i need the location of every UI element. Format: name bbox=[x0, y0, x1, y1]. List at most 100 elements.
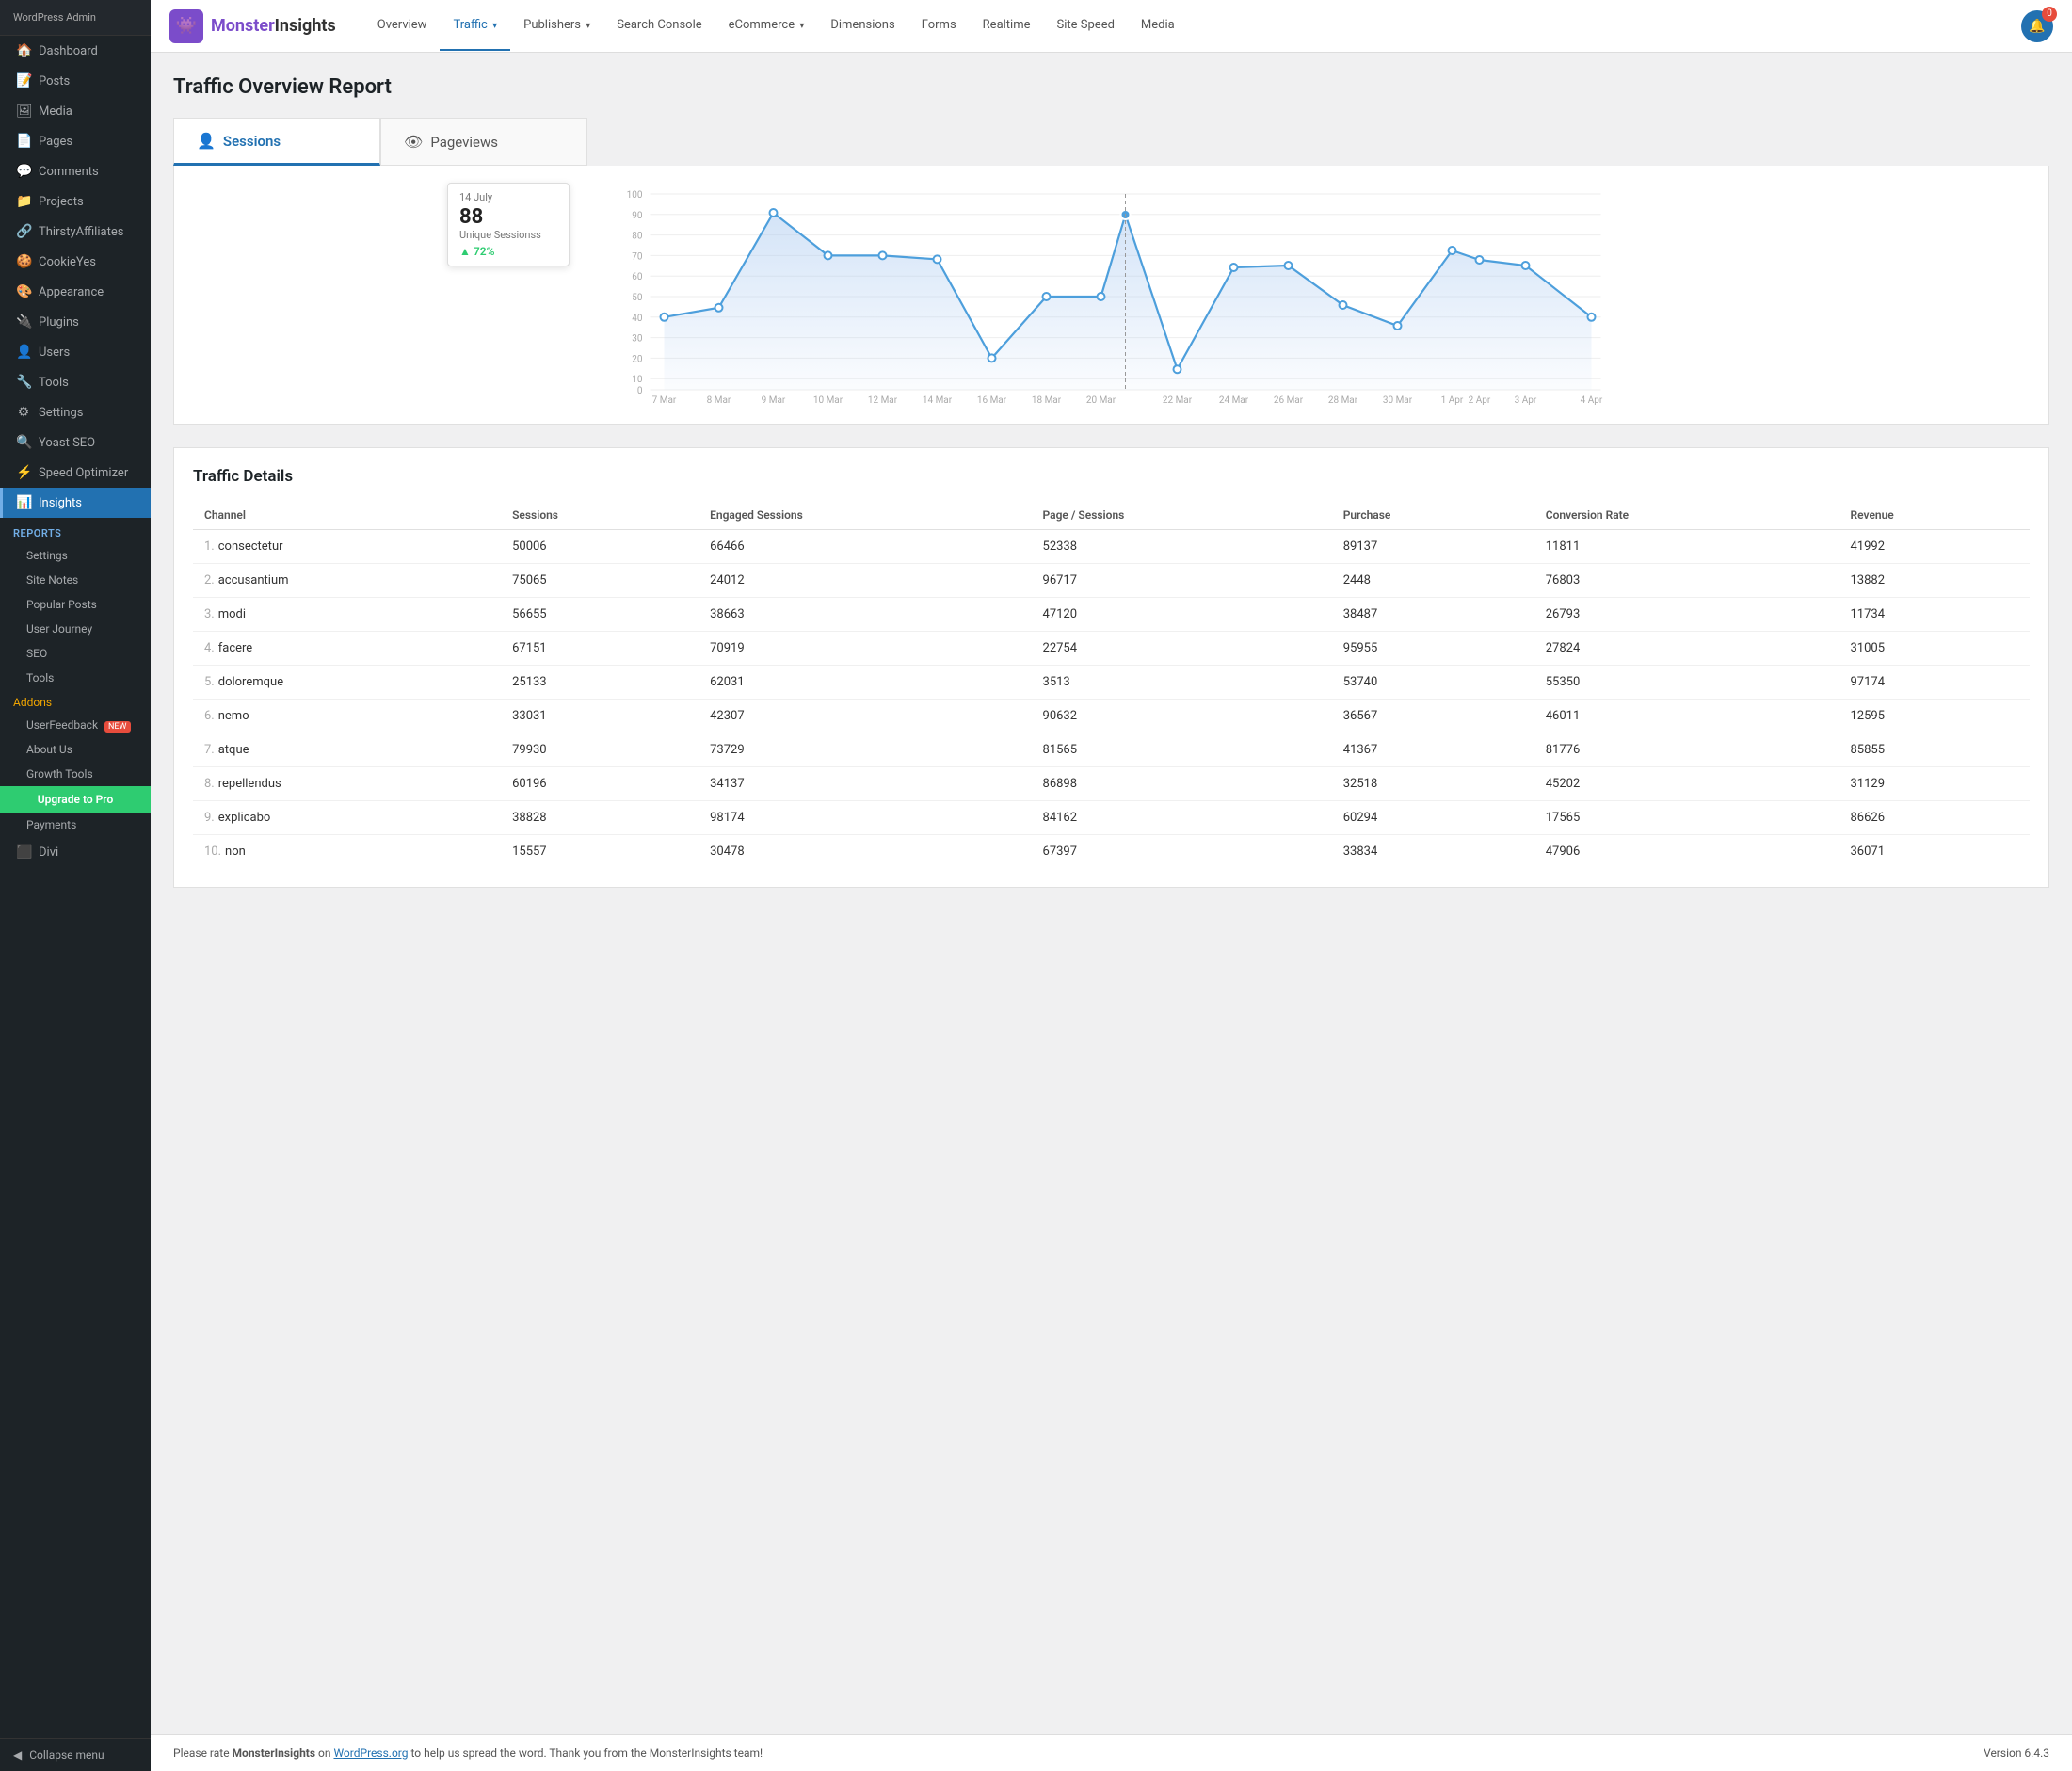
svg-text:8 Mar: 8 Mar bbox=[707, 395, 731, 406]
sidebar-sub-about-us[interactable]: About Us bbox=[0, 737, 151, 762]
svg-text:1 Apr: 1 Apr bbox=[1441, 395, 1464, 406]
table-row: 4.facere 67151 70919 22754 95955 27824 3… bbox=[193, 632, 2030, 666]
sidebar-item-pages[interactable]: 📄 Pages bbox=[0, 126, 151, 156]
sidebar-sub-site-notes[interactable]: Site Notes bbox=[0, 568, 151, 592]
tab-search-console[interactable]: Search Console bbox=[603, 1, 715, 51]
tab-publishers[interactable]: Publishers ▾ bbox=[510, 1, 603, 51]
svg-text:18 Mar: 18 Mar bbox=[1032, 395, 1062, 406]
col-revenue: Revenue bbox=[1839, 501, 2031, 530]
sidebar-item-users[interactable]: 👤 Users bbox=[0, 337, 151, 367]
sidebar-item-settings[interactable]: ⚙ Settings bbox=[0, 397, 151, 427]
table-row: 6.nemo 33031 42307 90632 36567 46011 125… bbox=[193, 700, 2030, 733]
posts-icon: 📝 bbox=[16, 73, 31, 89]
tab-pageviews[interactable]: 👁 Pageviews bbox=[380, 118, 587, 166]
traffic-details-title: Traffic Details bbox=[193, 467, 2030, 486]
cookie-icon: 🍪 bbox=[16, 254, 31, 269]
sidebar-item-yoast[interactable]: 🔍 Yoast SEO bbox=[0, 427, 151, 458]
tab-overview[interactable]: Overview bbox=[364, 1, 441, 51]
svg-text:2 Apr: 2 Apr bbox=[1469, 395, 1491, 406]
sidebar-item-media[interactable]: 🖼 Media bbox=[0, 96, 151, 126]
comments-icon: 💬 bbox=[16, 164, 31, 179]
settings-icon: ⚙ bbox=[16, 405, 31, 420]
tab-media[interactable]: Media bbox=[1128, 1, 1188, 51]
table-row: 2.accusantium 75065 24012 96717 2448 768… bbox=[193, 564, 2030, 598]
plugins-icon: 🔌 bbox=[16, 314, 31, 330]
addons-label[interactable]: Addons bbox=[0, 690, 151, 713]
topnav-right: 🔔 0 bbox=[2021, 10, 2053, 42]
logo-icon: 👾 bbox=[169, 9, 203, 43]
sidebar: WordPress Admin 🏠 Dashboard 📝 Posts 🖼 Me… bbox=[0, 0, 151, 1771]
svg-text:14 Mar: 14 Mar bbox=[923, 395, 953, 406]
yoast-icon: 🔍 bbox=[16, 435, 31, 450]
svg-text:30: 30 bbox=[632, 334, 643, 345]
svg-text:100: 100 bbox=[627, 190, 643, 201]
sidebar-sub-userfeedback[interactable]: UserFeedback NEW bbox=[0, 713, 151, 737]
svg-text:60: 60 bbox=[632, 272, 643, 282]
table-row: 3.modi 56655 38663 47120 38487 26793 117… bbox=[193, 598, 2030, 632]
sidebar-item-plugins[interactable]: 🔌 Plugins bbox=[0, 307, 151, 337]
svg-text:20 Mar: 20 Mar bbox=[1086, 395, 1116, 406]
media-icon: 🖼 bbox=[16, 104, 31, 119]
sidebar-item-posts[interactable]: 📝 Posts bbox=[0, 66, 151, 96]
tab-site-speed[interactable]: Site Speed bbox=[1044, 1, 1128, 51]
svg-text:50: 50 bbox=[632, 293, 643, 303]
sidebar-item-insights[interactable]: 📊 Insights bbox=[0, 488, 151, 518]
sidebar-item-cookieyes[interactable]: 🍪 CookieYes bbox=[0, 247, 151, 277]
tab-realtime[interactable]: Realtime bbox=[970, 1, 1044, 51]
tab-traffic[interactable]: Traffic ▾ bbox=[440, 1, 510, 51]
table-row: 10.non 15557 30478 67397 33834 47906 360… bbox=[193, 835, 2030, 869]
footer-text: Please rate MonsterInsights on WordPress… bbox=[173, 1747, 763, 1760]
footer: Please rate MonsterInsights on WordPress… bbox=[151, 1734, 2072, 1771]
col-page-sessions: Page / Sessions bbox=[1032, 501, 1332, 530]
svg-text:24 Mar: 24 Mar bbox=[1219, 395, 1249, 406]
sidebar-sub-popular-posts[interactable]: Popular Posts bbox=[0, 592, 151, 617]
metric-tabs: 👤 Sessions 👁 Pageviews bbox=[173, 118, 2049, 166]
sidebar-item-dashboard[interactable]: 🏠 Dashboard bbox=[0, 36, 151, 66]
sidebar-item-divi[interactable]: ⬛ Divi bbox=[0, 837, 151, 867]
sidebar-item-comments[interactable]: 💬 Comments bbox=[0, 156, 151, 186]
table-row: 9.explicabo 38828 98174 84162 60294 1756… bbox=[193, 801, 2030, 835]
sidebar-sub-seo[interactable]: SEO bbox=[0, 641, 151, 666]
speed-icon: ⚡ bbox=[16, 465, 31, 480]
projects-icon: 📁 bbox=[16, 194, 31, 209]
ecommerce-caret-icon: ▾ bbox=[799, 21, 804, 31]
page-content: Traffic Overview Report 👤 Sessions 👁 Pag… bbox=[151, 53, 2072, 1734]
svg-text:3 Apr: 3 Apr bbox=[1515, 395, 1537, 406]
sidebar-item-tools[interactable]: 🔧 Tools bbox=[0, 367, 151, 397]
sidebar-sub-settings[interactable]: Settings bbox=[0, 543, 151, 568]
col-channel: Channel bbox=[193, 501, 501, 530]
reports-section-label: Reports bbox=[0, 518, 151, 543]
sidebar-item-thirstyaffiliates[interactable]: 🔗 ThirstyAffiliates bbox=[0, 217, 151, 247]
version-label: Version 6.4.3 bbox=[1984, 1747, 2049, 1760]
pageviews-icon: 👁 bbox=[404, 133, 423, 151]
traffic-table-body: 1.consectetur 50006 66466 52338 89137 11… bbox=[193, 530, 2030, 869]
tab-ecommerce[interactable]: eCommerce ▾ bbox=[715, 1, 818, 51]
svg-text:70: 70 bbox=[632, 251, 643, 262]
main-content: 👾 MonsterInsights Overview Traffic ▾ Pub… bbox=[151, 0, 2072, 1771]
sidebar-item-projects[interactable]: 📁 Projects bbox=[0, 186, 151, 217]
wordpress-org-link[interactable]: WordPress.org bbox=[333, 1747, 408, 1760]
notification-button[interactable]: 🔔 0 bbox=[2021, 10, 2053, 42]
appearance-icon: 🎨 bbox=[16, 284, 31, 299]
traffic-details-section: Traffic Details Channel Sessions Engaged… bbox=[173, 447, 2049, 888]
sidebar-sub-tools[interactable]: Tools bbox=[0, 666, 151, 690]
tab-dimensions[interactable]: Dimensions bbox=[817, 1, 908, 51]
tab-sessions[interactable]: 👤 Sessions bbox=[173, 118, 380, 166]
svg-text:4 Apr: 4 Apr bbox=[1581, 395, 1603, 406]
sessions-icon: 👤 bbox=[197, 132, 216, 150]
svg-text:22 Mar: 22 Mar bbox=[1163, 395, 1193, 406]
collapse-menu-button[interactable]: ◀ Collapse menu bbox=[0, 1738, 151, 1771]
sidebar-sub-growth-tools[interactable]: Growth Tools bbox=[0, 762, 151, 786]
notification-badge: 0 bbox=[2042, 7, 2057, 22]
sidebar-sub-payments[interactable]: Payments bbox=[0, 813, 151, 837]
sidebar-item-speed[interactable]: ⚡ Speed Optimizer bbox=[0, 458, 151, 488]
upgrade-to-pro-button[interactable]: Upgrade to Pro bbox=[0, 786, 151, 813]
svg-text:10 Mar: 10 Mar bbox=[813, 395, 843, 406]
sidebar-sub-user-journey[interactable]: User Journey bbox=[0, 617, 151, 641]
col-conversion: Conversion Rate bbox=[1534, 501, 1839, 530]
tab-forms[interactable]: Forms bbox=[908, 1, 970, 51]
sidebar-item-appearance[interactable]: 🎨 Appearance bbox=[0, 277, 151, 307]
top-navigation: 👾 MonsterInsights Overview Traffic ▾ Pub… bbox=[151, 0, 2072, 53]
logo-text: MonsterInsights bbox=[211, 16, 336, 36]
svg-text:9 Mar: 9 Mar bbox=[762, 395, 786, 406]
